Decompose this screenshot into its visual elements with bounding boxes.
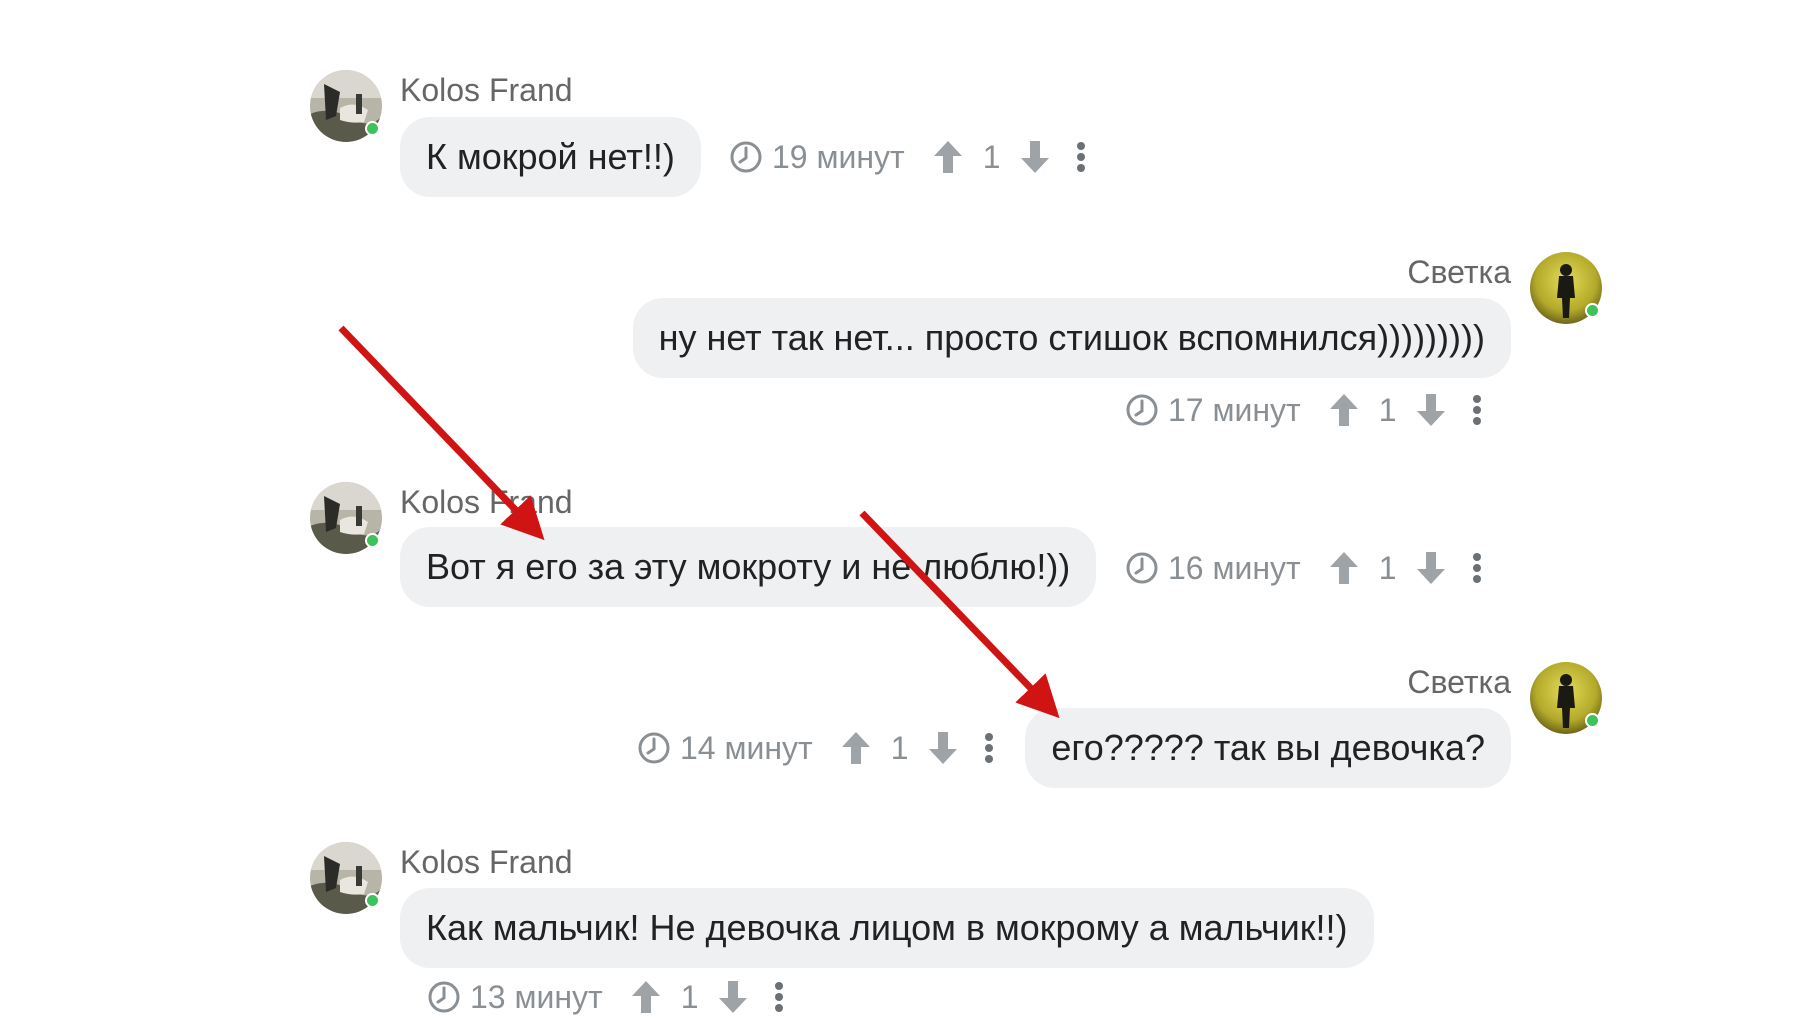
annotation-arrow [338,325,545,541]
annotation-arrows [338,325,1060,719]
annotation-arrow [859,510,1060,719]
